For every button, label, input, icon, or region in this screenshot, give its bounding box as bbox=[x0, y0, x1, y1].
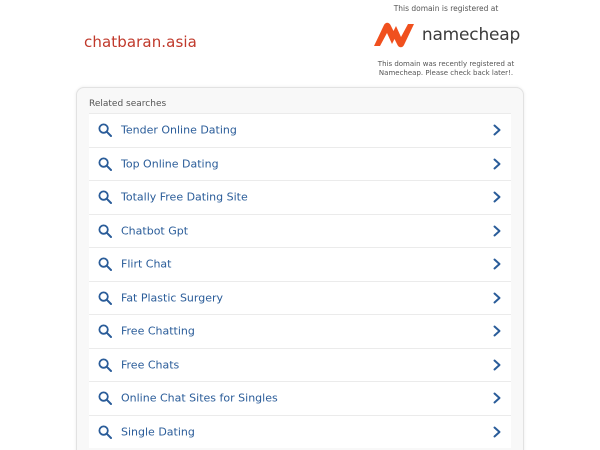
related-search-label: Online Chat Sites for Singles bbox=[121, 391, 278, 405]
search-icon bbox=[98, 425, 112, 439]
related-search-item[interactable]: Tender Online Dating bbox=[89, 113, 511, 147]
related-searches-panel: Related searches Tender Online Dating Top… bbox=[76, 87, 524, 450]
chevron-right-icon bbox=[493, 292, 501, 304]
related-search-label: Flirt Chat bbox=[121, 257, 172, 271]
related-search-label: Free Chats bbox=[121, 358, 180, 372]
related-search-label: Single Dating bbox=[121, 425, 195, 439]
search-icon bbox=[98, 257, 112, 272]
chevron-right-icon bbox=[493, 258, 501, 270]
namecheap-wordmark: namecheap bbox=[421, 25, 521, 45]
related-searches-list: Tender Online Dating Top Online Dating Tot… bbox=[89, 113, 511, 448]
namecheap-logo[interactable]: namecheap bbox=[366, 20, 526, 50]
parked-domain-page: chatbaran.asia This domain is registered… bbox=[0, 0, 600, 450]
related-search-label: Top Online Dating bbox=[121, 157, 219, 171]
search-icon bbox=[98, 391, 112, 406]
related-search-item[interactable]: Single Dating bbox=[89, 414, 511, 448]
registrar-bottom-text: This domain was recently registered at N… bbox=[377, 60, 515, 77]
chevron-right-icon bbox=[493, 392, 501, 404]
chevron-right-icon bbox=[493, 225, 501, 237]
domain-name: chatbaran.asia bbox=[84, 33, 197, 51]
namecheap-logo-icon bbox=[373, 22, 414, 48]
search-icon bbox=[98, 291, 112, 305]
chevron-right-icon bbox=[493, 191, 501, 203]
related-search-item[interactable]: Free Chats bbox=[89, 347, 511, 381]
related-search-label: Free Chatting bbox=[121, 324, 195, 338]
chevron-right-icon bbox=[493, 325, 501, 337]
related-search-label: Totally Free Dating Site bbox=[121, 190, 248, 204]
related-search-item[interactable]: Online Chat Sites for Singles bbox=[89, 381, 511, 415]
chevron-right-icon bbox=[493, 426, 501, 438]
registrar-top-text: This domain is registered at bbox=[393, 4, 499, 13]
chevron-right-icon bbox=[493, 158, 501, 170]
chevron-right-icon bbox=[493, 359, 501, 371]
search-icon bbox=[98, 157, 112, 171]
related-search-item[interactable]: Totally Free Dating Site bbox=[89, 180, 511, 214]
related-searches-title: Related searches bbox=[89, 99, 167, 109]
registrar-block: This domain is registered at namecheap T… bbox=[366, 4, 526, 78]
related-search-item[interactable]: Free Chatting bbox=[89, 314, 511, 348]
search-icon bbox=[98, 358, 112, 372]
search-icon bbox=[98, 224, 112, 238]
related-search-item[interactable]: Top Online Dating bbox=[89, 146, 511, 180]
related-search-label: Tender Online Dating bbox=[121, 123, 237, 137]
related-search-label: Chatbot Gpt bbox=[121, 224, 189, 238]
related-search-item[interactable]: Fat Plastic Surgery bbox=[89, 280, 511, 314]
chevron-right-icon bbox=[493, 124, 501, 136]
search-icon bbox=[98, 190, 112, 205]
search-icon bbox=[98, 123, 112, 138]
search-icon bbox=[98, 324, 112, 339]
related-search-item[interactable]: Chatbot Gpt bbox=[89, 213, 511, 247]
related-search-item[interactable]: Flirt Chat bbox=[89, 247, 511, 281]
related-search-label: Fat Plastic Surgery bbox=[121, 291, 224, 305]
